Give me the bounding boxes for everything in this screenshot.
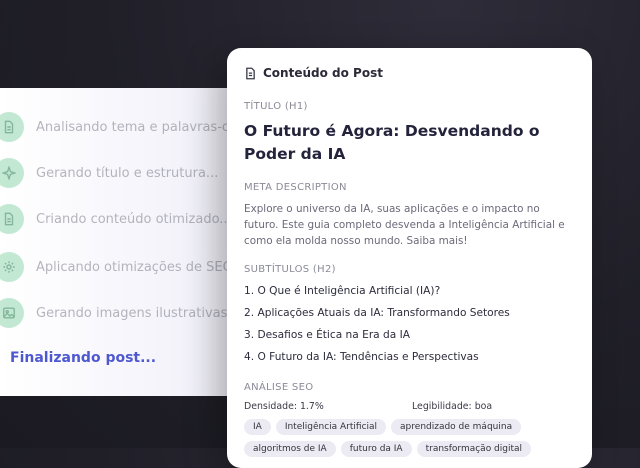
subtitle-list: 1. O Que é Inteligência Artificial (IA)?… (244, 283, 579, 371)
keyword-tag: aprendizado de máquina (391, 419, 522, 435)
progress-step-label: Aplicando otimizações de SEO... (36, 259, 245, 275)
meta-section-label: META DESCRIPTION (244, 182, 347, 193)
post-content-card: Conteúdo do Post TÍTULO (H1) O Futuro é … (227, 48, 592, 468)
keyword-density: Densidade: 1.7% (244, 401, 324, 412)
progress-step-label: Gerando imagens ilustrativas... (36, 305, 240, 321)
card-header: Conteúdo do Post (244, 66, 383, 80)
keyword-tag: IA (244, 419, 271, 435)
post-title: O Futuro é Agora: Desvendando o Poder da… (244, 122, 540, 163)
progress-step-label: Gerando título e estrutura... (36, 165, 219, 181)
card-title: Conteúdo do Post (263, 66, 383, 80)
keyword-tag: transformação digital (416, 441, 532, 457)
current-step-label: Finalizando post... (10, 350, 157, 366)
meta-description: Explore o universo da IA, suas aplicaçõe… (244, 203, 565, 247)
progress-step: Criando conteúdo otimizado... (0, 202, 232, 236)
keyword-tag: Inteligência Artificial (275, 419, 387, 435)
document-icon (0, 204, 24, 234)
gear-icon (0, 252, 24, 282)
progress-step: Gerando imagens ilustrativas... (0, 296, 240, 330)
subtitles-section-label: SUBTÍTULOS (H2) (244, 264, 336, 275)
title-section-label: TÍTULO (H1) (244, 101, 308, 112)
progress-step: Gerando título e estrutura... (0, 156, 218, 190)
sparkle-icon (0, 158, 24, 188)
document-icon (246, 67, 255, 79)
keyword-tag: futuro da IA (340, 441, 412, 457)
document-icon (0, 112, 24, 142)
subtitle-item: 1. O Que é Inteligência Artificial (IA)? (244, 285, 441, 297)
seo-section-label: ANÁLISE SEO (244, 382, 314, 393)
keyword-tag: algoritmos de IA (244, 441, 336, 457)
readability: Legibilidade: boa (412, 401, 493, 412)
subtitle-item: 4. O Futuro da IA: Tendências e Perspect… (244, 351, 479, 363)
keyword-list: IA Inteligência Artificial aprendizado d… (244, 419, 589, 457)
subtitle-item: 2. Aplicações Atuais da IA: Transformand… (244, 307, 510, 319)
subtitle-item: 3. Desafios e Ética na Era da IA (244, 329, 410, 341)
image-icon (0, 298, 24, 328)
progress-step-label: Criando conteúdo otimizado... (36, 211, 232, 227)
progress-step: Aplicando otimizações de SEO... (0, 250, 245, 284)
